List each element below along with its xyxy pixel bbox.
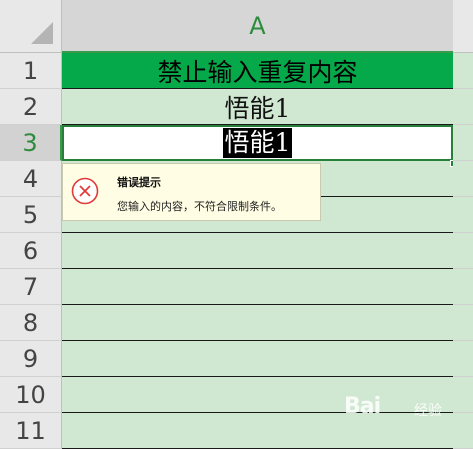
cell-b4[interactable]	[453, 161, 473, 197]
watermark-brand: Bai	[344, 394, 381, 419]
cell-b6[interactable]	[453, 233, 473, 269]
cell-b7[interactable]	[453, 269, 473, 305]
row-header-4[interactable]: 4	[0, 161, 62, 197]
column-header-b[interactable]	[453, 0, 473, 53]
cell-b2[interactable]	[453, 89, 473, 125]
select-all-corner[interactable]	[0, 0, 62, 53]
cell-b1[interactable]	[453, 53, 473, 89]
cell-a9[interactable]	[62, 341, 453, 377]
cell-a6[interactable]	[62, 233, 453, 269]
watermark-suffix: 经验	[414, 403, 442, 419]
row-header-10[interactable]: 10	[0, 377, 62, 413]
cell-a3-selected-text: 悟能1	[222, 128, 293, 158]
error-tooltip-title: 错误提示	[117, 176, 161, 189]
cell-a8[interactable]	[62, 305, 453, 341]
row-header-8[interactable]: 8	[0, 305, 62, 341]
row-header-2[interactable]: 2	[0, 89, 62, 125]
baidu-watermark: Bai 经验	[344, 390, 464, 430]
column-header-a[interactable]: A	[62, 0, 453, 53]
row-header-7[interactable]: 7	[0, 269, 62, 305]
cell-b5[interactable]	[453, 197, 473, 233]
row-header-9[interactable]: 9	[0, 341, 62, 377]
row-header-6[interactable]: 6	[0, 233, 62, 269]
cell-b9[interactable]	[453, 341, 473, 377]
cell-b3[interactable]	[453, 125, 473, 161]
row-header-1[interactable]: 1	[0, 53, 62, 89]
error-tooltip-message: 您输入的内容，不符合限制条件。	[117, 200, 282, 213]
error-x-icon	[71, 177, 99, 205]
row-header-3[interactable]: 3	[0, 125, 62, 161]
cell-b8[interactable]	[453, 305, 473, 341]
row-header-5[interactable]: 5	[0, 197, 62, 233]
cell-a3-active[interactable]: 悟能1	[62, 125, 453, 161]
row-header-11[interactable]: 11	[0, 413, 62, 449]
cell-a2[interactable]: 悟能1	[62, 89, 453, 125]
select-all-triangle-icon	[31, 22, 53, 44]
error-tooltip: 错误提示 您输入的内容，不符合限制条件。	[62, 163, 321, 221]
cell-a7[interactable]	[62, 269, 453, 305]
cell-a1[interactable]: 禁止输入重复内容	[62, 53, 453, 89]
